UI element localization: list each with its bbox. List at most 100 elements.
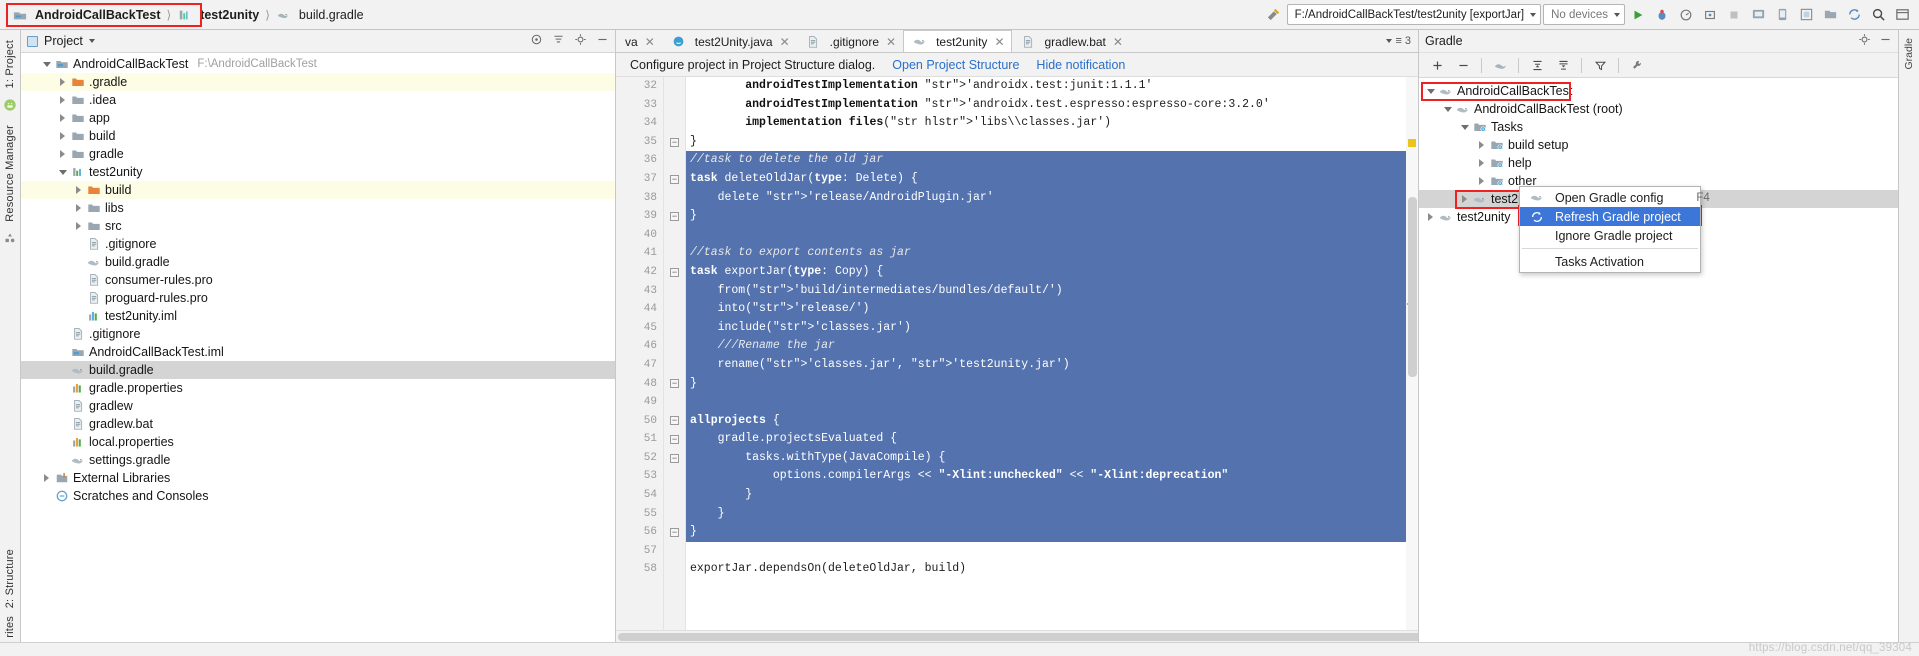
project-file-tree[interactable]: AndroidCallBackTest F:\AndroidCallBackTes… xyxy=(21,53,615,642)
chevron-right-icon[interactable] xyxy=(1425,212,1436,223)
tree-row[interactable]: External Libraries xyxy=(21,469,615,487)
warning-marker[interactable] xyxy=(1408,139,1416,147)
fold-toggle-icon[interactable]: − xyxy=(670,416,679,426)
tree-row[interactable]: build.gradle xyxy=(21,361,615,379)
remove-icon[interactable] xyxy=(1452,54,1474,76)
build-tool-settings-icon[interactable] xyxy=(1626,54,1648,76)
tree-row[interactable]: .gitignore xyxy=(21,325,615,343)
stop-icon[interactable] xyxy=(1723,4,1745,26)
tree-row[interactable]: .gradle xyxy=(21,73,615,91)
gradle-tree-row[interactable]: AndroidCallBackTest (root) xyxy=(1419,100,1898,118)
editor-tab[interactable]: va ✕ xyxy=(616,30,662,52)
sidebar-item-structure[interactable]: 2: Structure xyxy=(4,545,16,612)
tree-row[interactable]: .idea xyxy=(21,91,615,109)
sync-icon[interactable] xyxy=(1843,4,1865,26)
tree-row[interactable]: local.properties xyxy=(21,433,615,451)
code-line[interactable]: from("str">'build/intermediates/bundles/… xyxy=(686,281,1418,301)
code-line[interactable]: androidTestImplementation "str">'android… xyxy=(686,77,1418,96)
scrollbar-thumb[interactable] xyxy=(1408,197,1417,377)
breadcrumb-item-file[interactable]: build.gradle xyxy=(274,6,366,23)
tree-row[interactable]: src xyxy=(21,217,615,235)
code-line[interactable]: rename("str">'classes.jar', "str">'test2… xyxy=(686,355,1418,375)
code-line[interactable]: task deleteOldJar(type: Delete) { xyxy=(686,169,1418,189)
code-line[interactable]: //task to export contents as jar xyxy=(686,244,1418,263)
tree-row[interactable]: gradle xyxy=(21,145,615,163)
fold-toggle-icon[interactable]: − xyxy=(670,211,679,221)
code-line[interactable]: allprojects { xyxy=(686,411,1418,431)
code-folding-bar[interactable]: − − − − − − − − − xyxy=(664,77,686,630)
fold-toggle-icon[interactable]: − xyxy=(670,453,679,463)
chevron-right-icon[interactable] xyxy=(57,95,68,106)
avd-manager-icon[interactable] xyxy=(1771,4,1793,26)
context-menu-item[interactable]: Ignore Gradle project xyxy=(1520,226,1700,245)
tree-row[interactable]: gradlew xyxy=(21,397,615,415)
code-line[interactable]: delete "str">'release/AndroidPlugin.jar' xyxy=(686,188,1418,208)
chevron-down-icon[interactable] xyxy=(1459,122,1470,133)
hide-panel-icon[interactable] xyxy=(1879,33,1892,49)
close-icon[interactable]: ✕ xyxy=(780,35,790,49)
code-line[interactable]: implementation files("str hlstr">'libs\\… xyxy=(686,114,1418,133)
tree-row[interactable]: libs xyxy=(21,199,615,217)
code-line[interactable] xyxy=(686,225,1418,245)
code-line[interactable]: } xyxy=(686,374,1418,394)
editor-tab[interactable]: .gitignore ✕ xyxy=(797,30,903,52)
gradle-tree-row[interactable]: Tasks xyxy=(1419,118,1898,136)
tree-row[interactable]: gradle.properties xyxy=(21,379,615,397)
collapse-all-icon[interactable] xyxy=(1552,54,1574,76)
code-line[interactable]: tasks.withType(JavaCompile) { xyxy=(686,448,1418,468)
editor-tab[interactable]: test2Unity.java ✕ xyxy=(662,30,797,52)
fold-toggle-icon[interactable]: − xyxy=(670,267,679,277)
chevron-down-icon[interactable] xyxy=(57,167,68,178)
gradle-context-menu[interactable]: Open Gradle config F4 Refresh Gradle proje… xyxy=(1519,186,1710,273)
code-line[interactable]: } xyxy=(686,133,1418,152)
chevron-right-icon[interactable] xyxy=(73,203,84,214)
chevron-right-icon[interactable] xyxy=(57,77,68,88)
chevron-right-icon[interactable] xyxy=(73,221,84,232)
tree-row[interactable]: proguard-rules.pro xyxy=(21,289,615,307)
editor-tab[interactable]: gradlew.bat ✕ xyxy=(1012,30,1130,52)
tree-row[interactable]: build xyxy=(21,181,615,199)
close-icon[interactable]: ✕ xyxy=(994,35,1004,49)
tree-row[interactable]: consumer-rules.pro xyxy=(21,271,615,289)
context-menu-item[interactable]: Refresh Gradle project xyxy=(1520,207,1700,226)
run-configuration-selector[interactable]: F:/AndroidCallBackTest/test2unity [expor… xyxy=(1286,4,1542,25)
tree-row[interactable]: AndroidCallBackTest.iml xyxy=(21,343,615,361)
code-line[interactable]: into("str">'release/') xyxy=(686,300,1418,319)
project-view-selector[interactable]: Project xyxy=(27,34,95,48)
close-icon[interactable]: ✕ xyxy=(886,35,896,49)
code-line[interactable] xyxy=(686,542,1418,561)
search-icon[interactable] xyxy=(1867,4,1889,26)
chevron-right-icon[interactable] xyxy=(1476,176,1487,187)
tree-row[interactable]: .gitignore xyxy=(21,235,615,253)
filter-icon[interactable] xyxy=(1589,54,1611,76)
code-line[interactable] xyxy=(686,393,1418,412)
code-line[interactable]: } xyxy=(686,504,1418,524)
gear-icon[interactable] xyxy=(1858,33,1871,49)
code-line[interactable]: options.compilerArgs << "-Xlint:unchecke… xyxy=(686,467,1418,487)
android-robot-icon[interactable] xyxy=(3,98,17,115)
device-selector[interactable]: No devices xyxy=(1543,4,1625,25)
chevron-right-icon[interactable] xyxy=(1476,140,1487,151)
code-content[interactable]: androidTestImplementation "str">'android… xyxy=(686,77,1418,630)
sidebar-item-resource-manager[interactable]: Resource Manager xyxy=(4,121,16,226)
chevron-right-icon[interactable] xyxy=(73,185,84,196)
code-line[interactable]: } xyxy=(686,486,1418,505)
tree-row[interactable]: AndroidCallBackTest F:\AndroidCallBackTes… xyxy=(21,55,615,73)
profile-icon[interactable] xyxy=(1675,4,1697,26)
target-icon[interactable] xyxy=(530,33,543,49)
attach-debugger-icon[interactable] xyxy=(1699,4,1721,26)
chevron-right-icon[interactable] xyxy=(1459,194,1470,205)
context-menu-item[interactable]: Tasks Activation xyxy=(1520,252,1700,271)
chevron-right-icon[interactable] xyxy=(41,473,52,484)
tree-row[interactable]: build xyxy=(21,127,615,145)
chevron-down-icon[interactable] xyxy=(1425,86,1436,97)
fold-toggle-icon[interactable]: − xyxy=(670,528,679,538)
expand-all-icon[interactable] xyxy=(1526,54,1548,76)
gradle-tree-row[interactable]: build setup xyxy=(1419,136,1898,154)
tree-row[interactable]: test2unity.iml xyxy=(21,307,615,325)
context-menu-item[interactable]: Open Gradle config F4 xyxy=(1520,188,1710,207)
gradle-refresh-icon[interactable] xyxy=(1489,54,1511,76)
chevron-right-icon[interactable] xyxy=(1476,158,1487,169)
fold-toggle-icon[interactable]: − xyxy=(670,174,679,184)
editor-tab[interactable]: test2unity ✕ xyxy=(903,30,1012,52)
